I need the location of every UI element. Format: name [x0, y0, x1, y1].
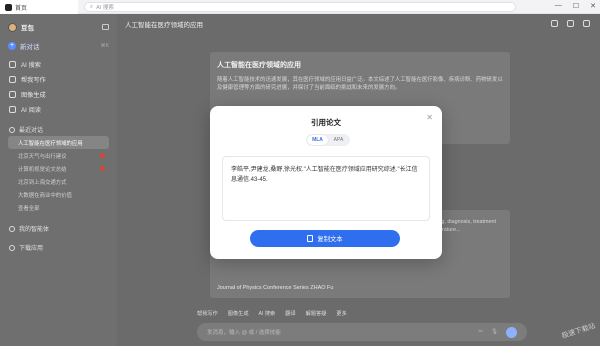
- history-label: 人工智能在医疗领域的应用: [18, 140, 83, 147]
- skill-toolbar: 帮我写作 图像生成 AI 搜索 翻译 解题答疑 更多: [197, 310, 527, 320]
- citation-text[interactable]: 李皓平,尹建龙,桑野,徐光权."人工智能在医疗领域应用研究综述."长江信息通信.…: [222, 156, 430, 221]
- tool-search[interactable]: AI 搜索: [259, 310, 276, 320]
- minimize-icon[interactable]: —: [555, 2, 562, 10]
- sidebar-item-image[interactable]: 图像生成: [0, 87, 117, 102]
- history-label: 大数据在商业中的价值: [18, 192, 72, 199]
- copy-text-button[interactable]: 复制文本: [250, 230, 400, 247]
- my-agents-label: 我的智能体: [19, 227, 50, 233]
- tool-image[interactable]: 图像生成: [228, 310, 249, 320]
- agent-icon: [9, 225, 15, 232]
- recent-section-title: 最近对话: [0, 123, 117, 136]
- sidebar-item-reading[interactable]: AI 阅读: [0, 102, 117, 117]
- input-placeholder: 发消息，输入 @ 或 / 选择技能: [207, 330, 281, 336]
- copy-icon: [307, 235, 314, 242]
- citation-format-switch: MLA APA: [306, 134, 350, 146]
- dialog-title: 引用论文: [311, 118, 341, 127]
- app-logo: [8, 22, 17, 32]
- paper-title: 人工智能在医疗领域的应用: [217, 62, 301, 69]
- input-actions: ✂ 🎙: [478, 326, 517, 338]
- tool-writing[interactable]: 帮我写作: [197, 310, 218, 320]
- notification-badge: [100, 153, 105, 158]
- history-label: 北京到上海交通方式: [18, 179, 67, 186]
- pen-icon: [9, 76, 16, 83]
- tab-mla[interactable]: MLA: [307, 135, 328, 145]
- sidebar-item-label: 帮我写作: [21, 77, 46, 84]
- close-icon[interactable]: ✕: [426, 113, 433, 122]
- sidebar-item-writing[interactable]: 帮我写作: [0, 72, 117, 87]
- window-controls: — ☐ ✕: [555, 2, 596, 10]
- conversation-title: 人工智能在医疗领域的应用: [125, 22, 203, 29]
- paper-abstract: 随着人工智能技术的迅速发展，其在医疗领域的应用日益广泛。本文综述了人工智能在医疗…: [217, 77, 503, 91]
- new-chat-label: 新对话: [20, 44, 40, 51]
- edit-icon[interactable]: [583, 20, 590, 27]
- my-agents-link[interactable]: 我的智能体: [0, 222, 117, 235]
- history-label: 计算机视觉论文总结: [18, 166, 67, 173]
- close-window-icon[interactable]: ✕: [590, 2, 596, 10]
- copy-button-label: 复制文本: [317, 236, 343, 243]
- download-label: 下载应用: [19, 246, 44, 252]
- history-item[interactable]: 人工智能在医疗领域的应用: [8, 136, 109, 149]
- history-label: 查看全部: [18, 205, 40, 212]
- sidebar-item-label: AI 阅读: [21, 107, 41, 114]
- search-icon: ⌕: [90, 3, 94, 10]
- maximize-icon[interactable]: ☐: [573, 2, 579, 10]
- tool-translate[interactable]: 翻译: [285, 310, 295, 320]
- cite-paper-dialog: 引用论文 ✕ MLA APA 李皓平,尹建龙,桑野,徐光权."人工智能在医疗领域…: [210, 106, 442, 259]
- tool-more[interactable]: 更多: [336, 310, 346, 320]
- tool-solve[interactable]: 解题答疑: [306, 310, 327, 320]
- image-icon: [9, 91, 16, 98]
- share-icon[interactable]: [551, 20, 558, 27]
- history-item[interactable]: 大数据在商业中的价值: [8, 188, 109, 201]
- recent-title: 最近对话: [19, 128, 44, 134]
- microphone-icon[interactable]: 🎙: [491, 329, 498, 335]
- history-item[interactable]: 计算机视觉论文总结: [8, 162, 109, 175]
- history-list: 人工智能在医疗领域的应用 北京天气与出行建议 计算机视觉论文总结 北京到上海交通…: [0, 136, 117, 214]
- history-view-all[interactable]: 查看全部: [8, 201, 109, 214]
- conversation-header: 人工智能在医疗领域的应用: [117, 14, 600, 34]
- app-name: 豆包: [21, 25, 34, 32]
- doubao-tab-icon: [5, 3, 12, 11]
- browser-titlebar: 首页 ⌕ AI 搜索 — ☐ ✕: [0, 0, 600, 14]
- header-actions: [551, 20, 590, 27]
- send-button[interactable]: [506, 326, 517, 338]
- history-item[interactable]: 北京到上海交通方式: [8, 175, 109, 188]
- new-chat-shortcut: ⌘K: [100, 43, 109, 49]
- paper-source: Journal of Physics Conference Series ZHA…: [217, 285, 334, 291]
- sidebar-item-label: AI 搜索: [21, 62, 41, 69]
- notification-badge: [100, 166, 105, 171]
- sidebar: 豆包 + 新对话 ⌘K AI 搜索 帮我写作 图像生成 AI 阅读 最近对话 人…: [0, 14, 117, 346]
- address-placeholder: AI 搜索: [96, 5, 114, 11]
- sidebar-toggle-icon[interactable]: [102, 24, 109, 30]
- browser-tab[interactable]: 首页: [0, 0, 78, 14]
- sidebar-item-label: 图像生成: [21, 92, 46, 99]
- download-icon: [9, 244, 15, 251]
- tab-title: 首页: [15, 5, 28, 12]
- history-label: 北京天气与出行建议: [18, 153, 67, 160]
- plus-icon: +: [8, 42, 16, 50]
- clock-icon: [9, 126, 15, 133]
- tab-apa[interactable]: APA: [328, 135, 349, 145]
- download-app-link[interactable]: 下载应用: [0, 241, 117, 254]
- history-item[interactable]: 北京天气与出行建议: [8, 149, 109, 162]
- message-input[interactable]: 发消息，输入 @ 或 / 选择技能 ✂ 🎙: [197, 323, 527, 341]
- search-icon: [9, 61, 16, 68]
- history-icon[interactable]: [567, 20, 574, 27]
- address-bar[interactable]: ⌕ AI 搜索: [84, 2, 516, 12]
- new-chat-button[interactable]: + 新对话 ⌘K: [8, 40, 109, 52]
- scissors-icon[interactable]: ✂: [478, 329, 483, 335]
- sidebar-item-ai-search[interactable]: AI 搜索: [0, 57, 117, 72]
- sidebar-nav: AI 搜索 帮我写作 图像生成 AI 阅读: [0, 57, 117, 117]
- brand: 豆包: [0, 20, 117, 34]
- book-icon: [9, 106, 16, 113]
